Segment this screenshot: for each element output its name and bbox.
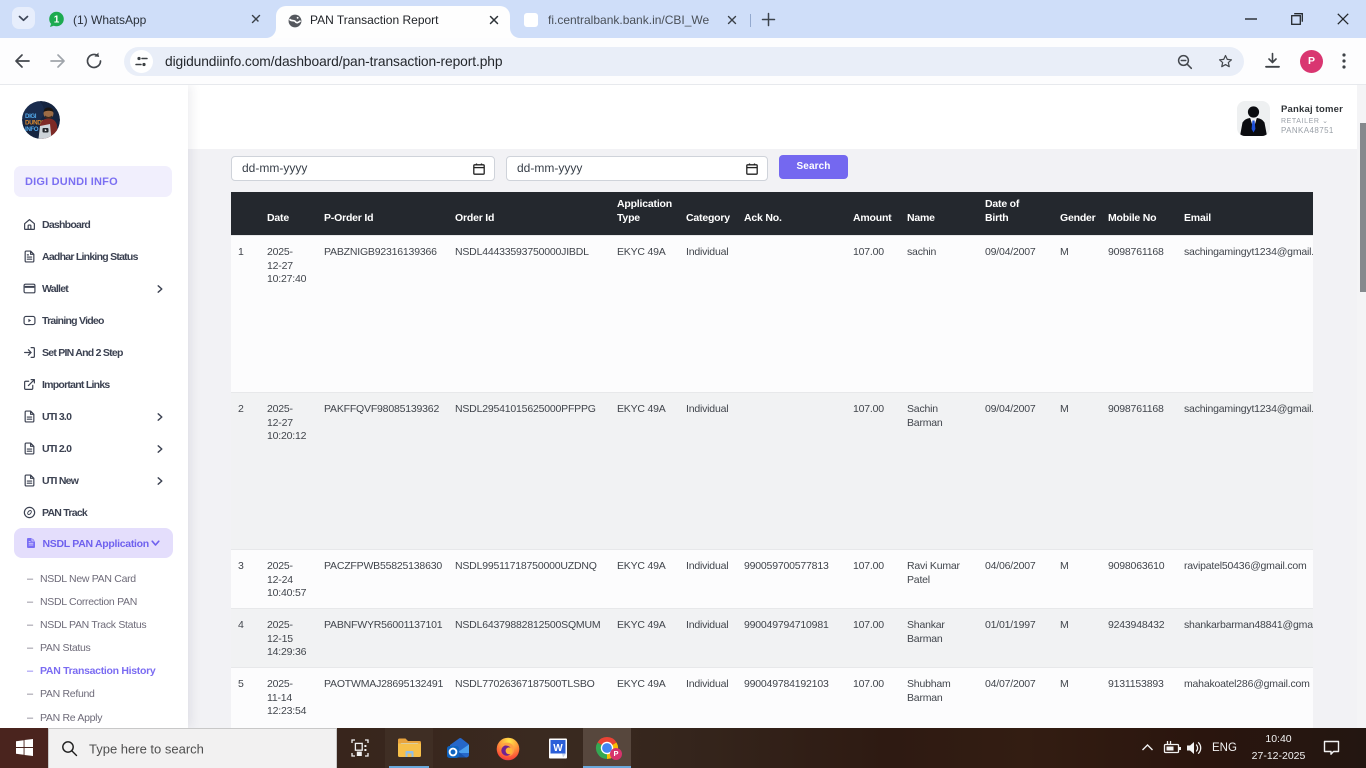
svg-text:INFO: INFO <box>25 126 39 133</box>
svg-text:1: 1 <box>54 15 60 26</box>
svg-text:W: W <box>553 743 563 754</box>
